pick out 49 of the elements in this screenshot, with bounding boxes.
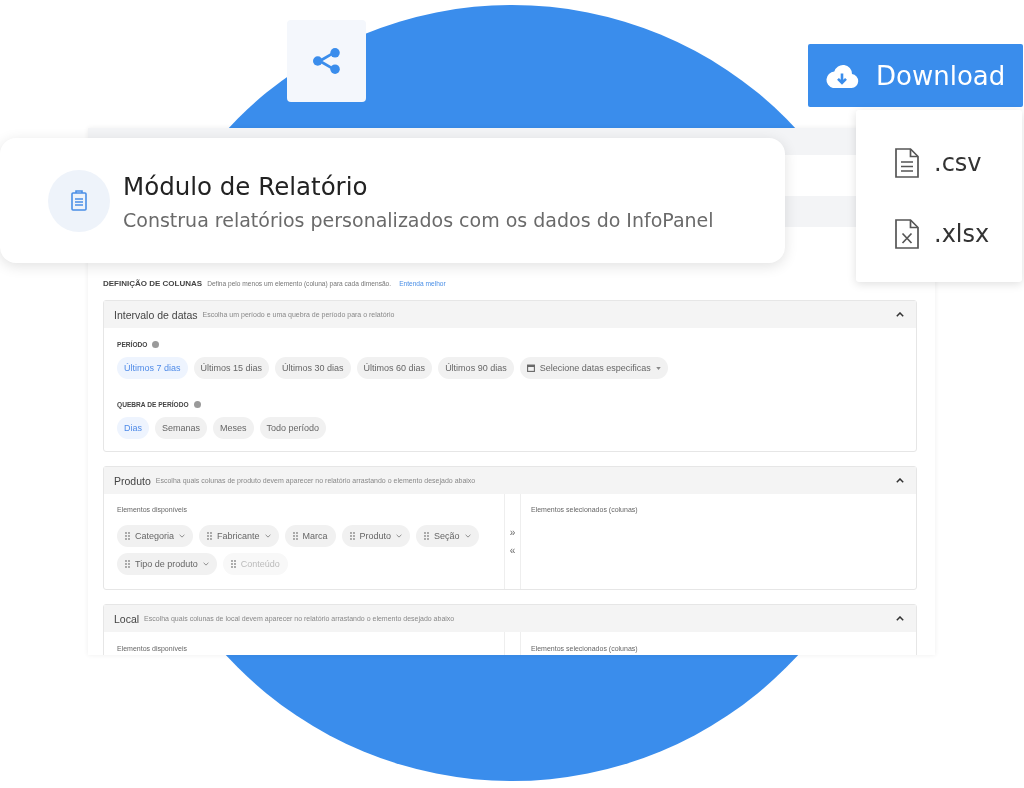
period-chip[interactable]: Últimos 90 dias: [438, 357, 514, 379]
move-left-button[interactable]: «: [509, 544, 516, 557]
element-chip[interactable]: Tipo de produto: [117, 553, 217, 575]
caret-icon: [179, 534, 186, 538]
clipboard-icon: [48, 169, 110, 232]
period-chip[interactable]: Todo período: [259, 417, 327, 439]
element-chip[interactable]: Marca: [284, 525, 336, 547]
date-picker-button[interactable]: Selecione datas especificas: [519, 357, 668, 379]
menu-item[interactable]: .xlsx: [895, 216, 990, 252]
section-heading: DEFINIÇÃO DE COLUNAS: [103, 279, 203, 289]
info-icon: [193, 400, 201, 408]
caret-icon: [464, 534, 471, 538]
element-chip[interactable]: Categoria: [117, 525, 194, 547]
file-x-icon: [895, 219, 919, 249]
caret-icon: [655, 366, 661, 370]
drag-handle-icon: [230, 560, 236, 568]
drag-handle-icon: [292, 532, 298, 540]
element-chip[interactable]: Seção: [416, 525, 479, 547]
drag-handle-icon: [125, 532, 130, 540]
period-chip[interactable]: Últimos 30 dias: [275, 357, 351, 379]
calendar-icon: [526, 364, 535, 372]
download-button[interactable]: Download: [808, 44, 1023, 107]
drag-handle-icon: [349, 532, 355, 540]
page-subtitle: Construa relatórios personalizados com os dados do InfoPanel: [123, 207, 714, 232]
menu-item[interactable]: .csv: [895, 145, 982, 181]
file-text-icon: [895, 148, 919, 178]
period-chip[interactable]: Últimos 7 dias: [117, 357, 188, 379]
move-right-button[interactable]: »: [509, 526, 516, 539]
drag-handle-icon: [424, 532, 430, 540]
cloud-download-icon: [825, 62, 859, 89]
element-chip[interactable]: Produto: [341, 525, 411, 547]
period-chip[interactable]: Últimos 60 dias: [356, 357, 433, 379]
drag-handle-icon: [207, 532, 213, 540]
period-chip[interactable]: Dias: [117, 417, 149, 439]
info-icon: [152, 340, 160, 348]
caret-icon: [396, 534, 403, 538]
period-chip[interactable]: Semanas: [155, 417, 208, 439]
share-icon: [313, 48, 340, 74]
element-chip[interactable]: Fabricante: [199, 525, 279, 547]
period-chip[interactable]: Meses: [213, 417, 254, 439]
caret-icon: [202, 562, 209, 566]
share-button[interactable]: [287, 20, 366, 102]
section-title: Produto: [114, 474, 151, 487]
section-title: Local: [114, 612, 140, 625]
caret-icon: [264, 534, 271, 538]
section-title: Intervalo de datas: [114, 308, 198, 321]
page-title: Módulo de Relatório: [123, 171, 369, 202]
drag-handle-icon: [125, 560, 130, 568]
period-chip[interactable]: Últimos 15 dias: [193, 357, 270, 379]
